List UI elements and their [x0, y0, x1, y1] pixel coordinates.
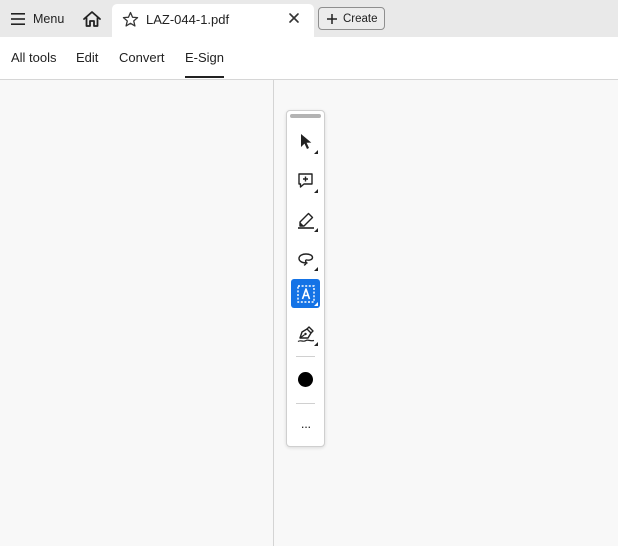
home-button[interactable] [78, 6, 106, 31]
tools-tab-bar: All tools Edit Convert E-Sign [0, 37, 618, 80]
toolbar-divider [296, 403, 315, 404]
pen-icon [297, 212, 314, 229]
top-bar: Menu LAZ-044-1.pdf Create [0, 0, 618, 37]
draw-tool-caret-icon [314, 267, 318, 271]
star-icon[interactable] [122, 11, 139, 28]
left-panel [0, 80, 274, 546]
color-picker-button[interactable] [291, 365, 320, 394]
document-canvas[interactable] [274, 80, 618, 546]
text-field-tool-button[interactable] [291, 279, 320, 308]
hamburger-icon [11, 12, 25, 25]
highlight-tool-button[interactable] [291, 205, 320, 234]
tab-all-tools[interactable]: All tools [11, 50, 57, 65]
text-field-tool-caret-icon [314, 302, 318, 306]
create-button[interactable]: Create [318, 7, 385, 30]
select-tool-caret-icon [314, 150, 318, 154]
add-comment-tool-button[interactable] [291, 166, 320, 195]
document-tab[interactable]: LAZ-044-1.pdf [112, 4, 314, 37]
tab-edit[interactable]: Edit [76, 50, 98, 65]
create-label: Create [343, 12, 378, 25]
comment-plus-icon [298, 173, 313, 188]
lasso-icon [297, 252, 313, 266]
color-swatch [298, 372, 313, 387]
select-tool-button[interactable] [291, 127, 320, 156]
tab-e-sign[interactable]: E-Sign [185, 50, 225, 78]
close-icon[interactable] [288, 12, 300, 24]
sign-pen-icon [297, 325, 314, 342]
quick-tools-toolbar: ··· [286, 110, 325, 447]
menu-button[interactable]: Menu [4, 6, 71, 31]
more-tools-button[interactable]: ··· [291, 412, 320, 441]
tab-convert[interactable]: Convert [119, 50, 165, 65]
text-box-icon [296, 284, 315, 303]
document-tab-title: LAZ-044-1.pdf [146, 12, 230, 27]
toolbar-divider [296, 356, 315, 357]
ellipsis-icon: ··· [300, 419, 312, 434]
highlight-tool-caret-icon [314, 228, 318, 232]
home-icon [83, 10, 101, 27]
draw-freeform-tool-button[interactable] [291, 244, 320, 273]
sign-tool-button[interactable] [291, 319, 320, 348]
sign-tool-caret-icon [314, 342, 318, 346]
menu-label: Menu [33, 11, 65, 26]
comment-tool-caret-icon [314, 189, 318, 193]
plus-icon [327, 13, 337, 24]
toolbar-drag-handle[interactable] [290, 114, 321, 118]
arrow-cursor-icon [300, 134, 311, 149]
